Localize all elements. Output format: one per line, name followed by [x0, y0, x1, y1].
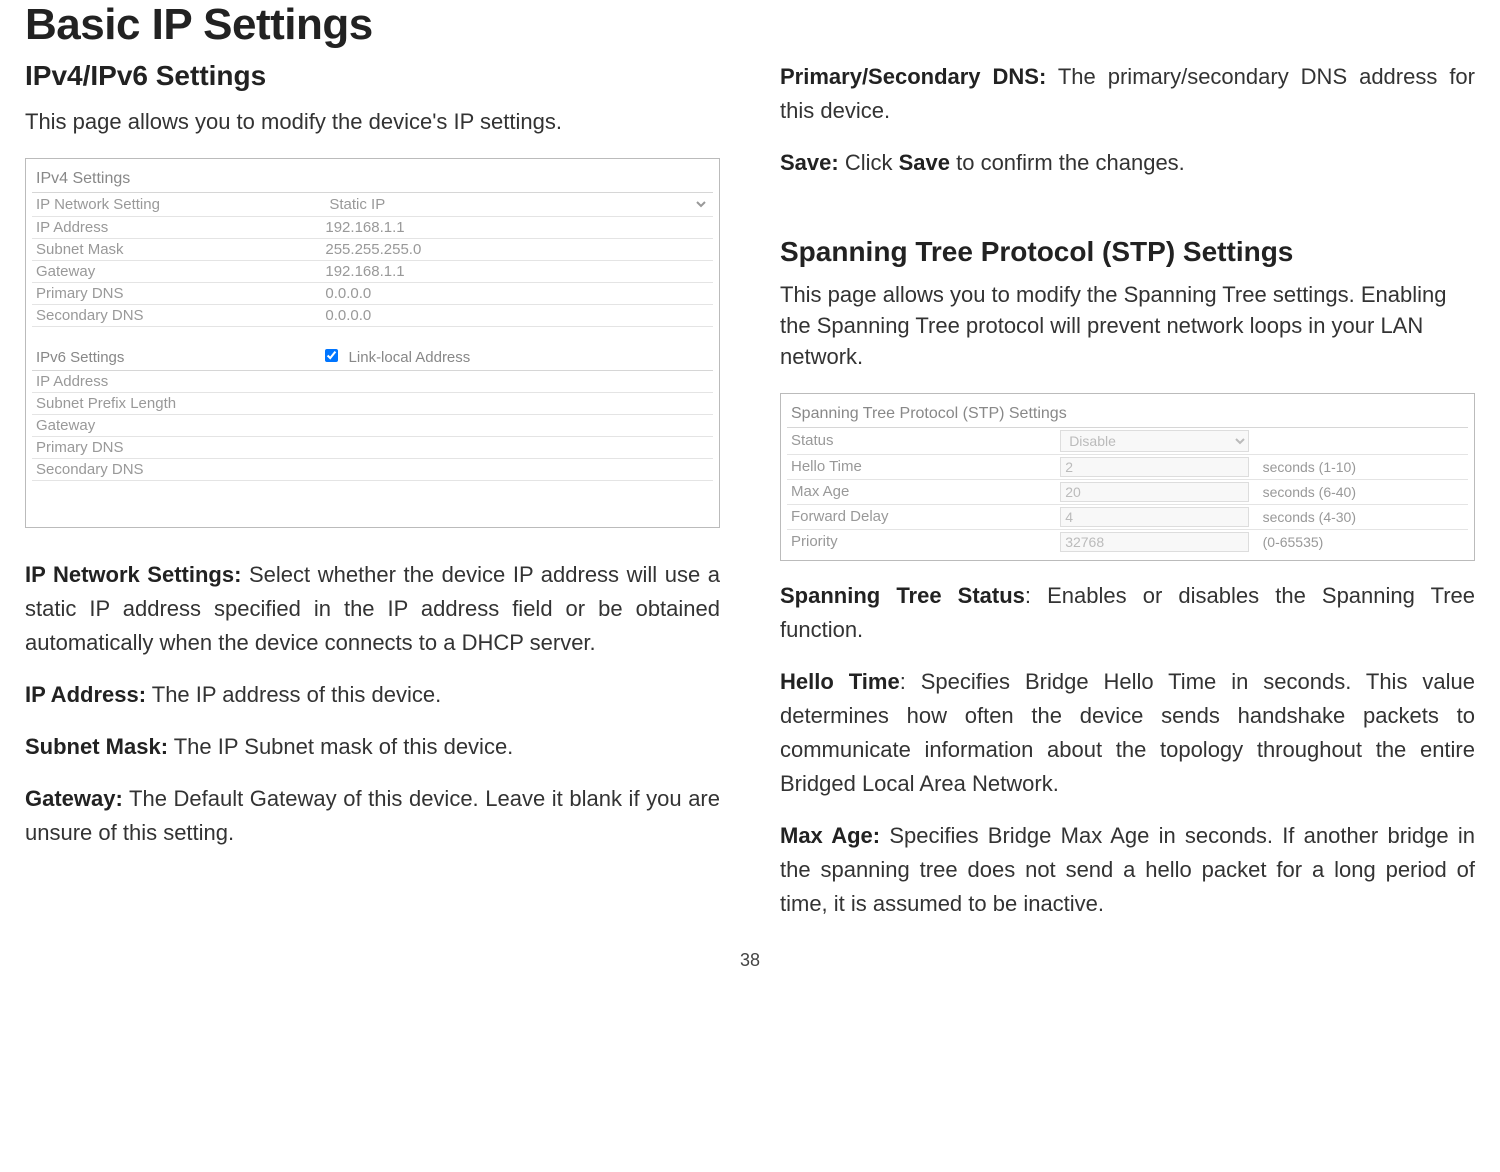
row-max-age: Max Age 20 seconds (6-40) — [787, 480, 1468, 505]
value-forward-delay[interactable]: 4 — [1060, 507, 1248, 527]
value-priority[interactable]: 32768 — [1060, 532, 1248, 552]
row-priority: Priority 32768 (0-65535) — [787, 530, 1468, 554]
value-subnet-mask[interactable]: 255.255.255.0 — [325, 241, 709, 258]
label-forward-delay: Forward Delay — [791, 508, 1060, 525]
ipv6-group-row: IPv6 Settings Link-local Address — [32, 345, 713, 371]
row-primary-dns: Primary DNS 0.0.0.0 — [32, 283, 713, 305]
row-secondary-dns: Secondary DNS 0.0.0.0 — [32, 305, 713, 327]
value-gateway[interactable]: 192.168.1.1 — [325, 263, 709, 280]
label-gateway: Gateway — [36, 263, 325, 280]
def-stp-status: Spanning Tree Status: Enables or disable… — [780, 579, 1475, 647]
value-secondary-dns[interactable]: 0.0.0.0 — [325, 307, 709, 324]
def-ip-network-settings: IP Network Settings: Select whether the … — [25, 558, 720, 660]
label-priority: Priority — [791, 533, 1060, 550]
row-ipv6-prefix: Subnet Prefix Length — [32, 393, 713, 415]
label-ipv6-primary-dns: Primary DNS — [36, 439, 325, 456]
row-hello-time: Hello Time 2 seconds (1-10) — [787, 455, 1468, 480]
ipv4-ipv6-heading: IPv4/IPv6 Settings — [25, 60, 720, 92]
hint-forward-delay: seconds (4-30) — [1249, 509, 1464, 525]
hint-priority: (0-65535) — [1249, 534, 1464, 550]
checkbox-link-local[interactable] — [325, 349, 338, 362]
label-ip-address: IP Address — [36, 219, 325, 236]
select-stp-status[interactable]: Disable — [1060, 430, 1248, 452]
row-ipv6-primary-dns: Primary DNS — [32, 437, 713, 459]
right-column: Primary/Secondary DNS: The primary/secon… — [780, 60, 1475, 940]
def-hello-time: Hello Time: Specifies Bridge Hello Time … — [780, 665, 1475, 801]
stp-intro: This page allows you to modify the Spann… — [780, 280, 1475, 372]
label-ip-network-setting: IP Network Setting — [36, 196, 325, 213]
row-forward-delay: Forward Delay 4 seconds (4-30) — [787, 505, 1468, 530]
value-max-age[interactable]: 20 — [1060, 482, 1248, 502]
ipv6-group-title: IPv6 Settings — [36, 349, 325, 366]
label-ipv6-address: IP Address — [36, 373, 325, 390]
value-ip-address[interactable]: 192.168.1.1 — [325, 219, 709, 236]
def-ip-address: IP Address: The IP address of this devic… — [25, 678, 720, 712]
def-gateway: Gateway: The Default Gateway of this dev… — [25, 782, 720, 850]
def-save: Save: Click Save to confirm the changes. — [780, 146, 1475, 180]
label-link-local: Link-local Address — [349, 349, 471, 366]
stp-panel-title: Spanning Tree Protocol (STP) Settings — [787, 400, 1468, 428]
hint-hello-time: seconds (1-10) — [1249, 459, 1464, 475]
ip-settings-panel: IPv4 Settings IP Network Setting Static … — [25, 158, 720, 528]
row-ip-address: IP Address 192.168.1.1 — [32, 217, 713, 239]
label-hello-time: Hello Time — [791, 458, 1060, 475]
page-number: 38 — [25, 950, 1475, 971]
value-primary-dns[interactable]: 0.0.0.0 — [325, 285, 709, 302]
two-column-layout: IPv4/IPv6 Settings This page allows you … — [25, 60, 1475, 940]
label-max-age: Max Age — [791, 483, 1060, 500]
left-column: IPv4/IPv6 Settings This page allows you … — [25, 60, 720, 940]
value-hello-time[interactable]: 2 — [1060, 457, 1248, 477]
label-ipv6-gateway: Gateway — [36, 417, 325, 434]
label-subnet-mask: Subnet Mask — [36, 241, 325, 258]
def-max-age: Max Age: Specifies Bridge Max Age in sec… — [780, 819, 1475, 921]
hint-max-age: seconds (6-40) — [1249, 484, 1464, 500]
ipv4-group-title: IPv4 Settings — [32, 165, 713, 193]
row-ipv6-address: IP Address — [32, 371, 713, 393]
row-gateway: Gateway 192.168.1.1 — [32, 261, 713, 283]
label-ipv6-secondary-dns: Secondary DNS — [36, 461, 325, 478]
stp-panel: Spanning Tree Protocol (STP) Settings St… — [780, 393, 1475, 561]
page-title: Basic IP Settings — [25, 0, 1475, 50]
def-dns: Primary/Secondary DNS: The primary/secon… — [780, 60, 1475, 128]
row-ipv6-secondary-dns: Secondary DNS — [32, 459, 713, 481]
label-secondary-dns: Secondary DNS — [36, 307, 325, 324]
label-ipv6-prefix: Subnet Prefix Length — [36, 395, 325, 412]
label-stp-status: Status — [791, 432, 1060, 449]
row-subnet-mask: Subnet Mask 255.255.255.0 — [32, 239, 713, 261]
ipv4-intro: This page allows you to modify the devic… — [25, 107, 720, 138]
stp-heading: Spanning Tree Protocol (STP) Settings — [780, 236, 1475, 268]
select-ip-network-setting[interactable]: Static IP — [325, 195, 709, 214]
row-stp-status: Status Disable — [787, 428, 1468, 455]
label-primary-dns: Primary DNS — [36, 285, 325, 302]
def-subnet-mask: Subnet Mask: The IP Subnet mask of this … — [25, 730, 720, 764]
row-ipv6-gateway: Gateway — [32, 415, 713, 437]
row-ip-network-setting: IP Network Setting Static IP — [32, 193, 713, 217]
